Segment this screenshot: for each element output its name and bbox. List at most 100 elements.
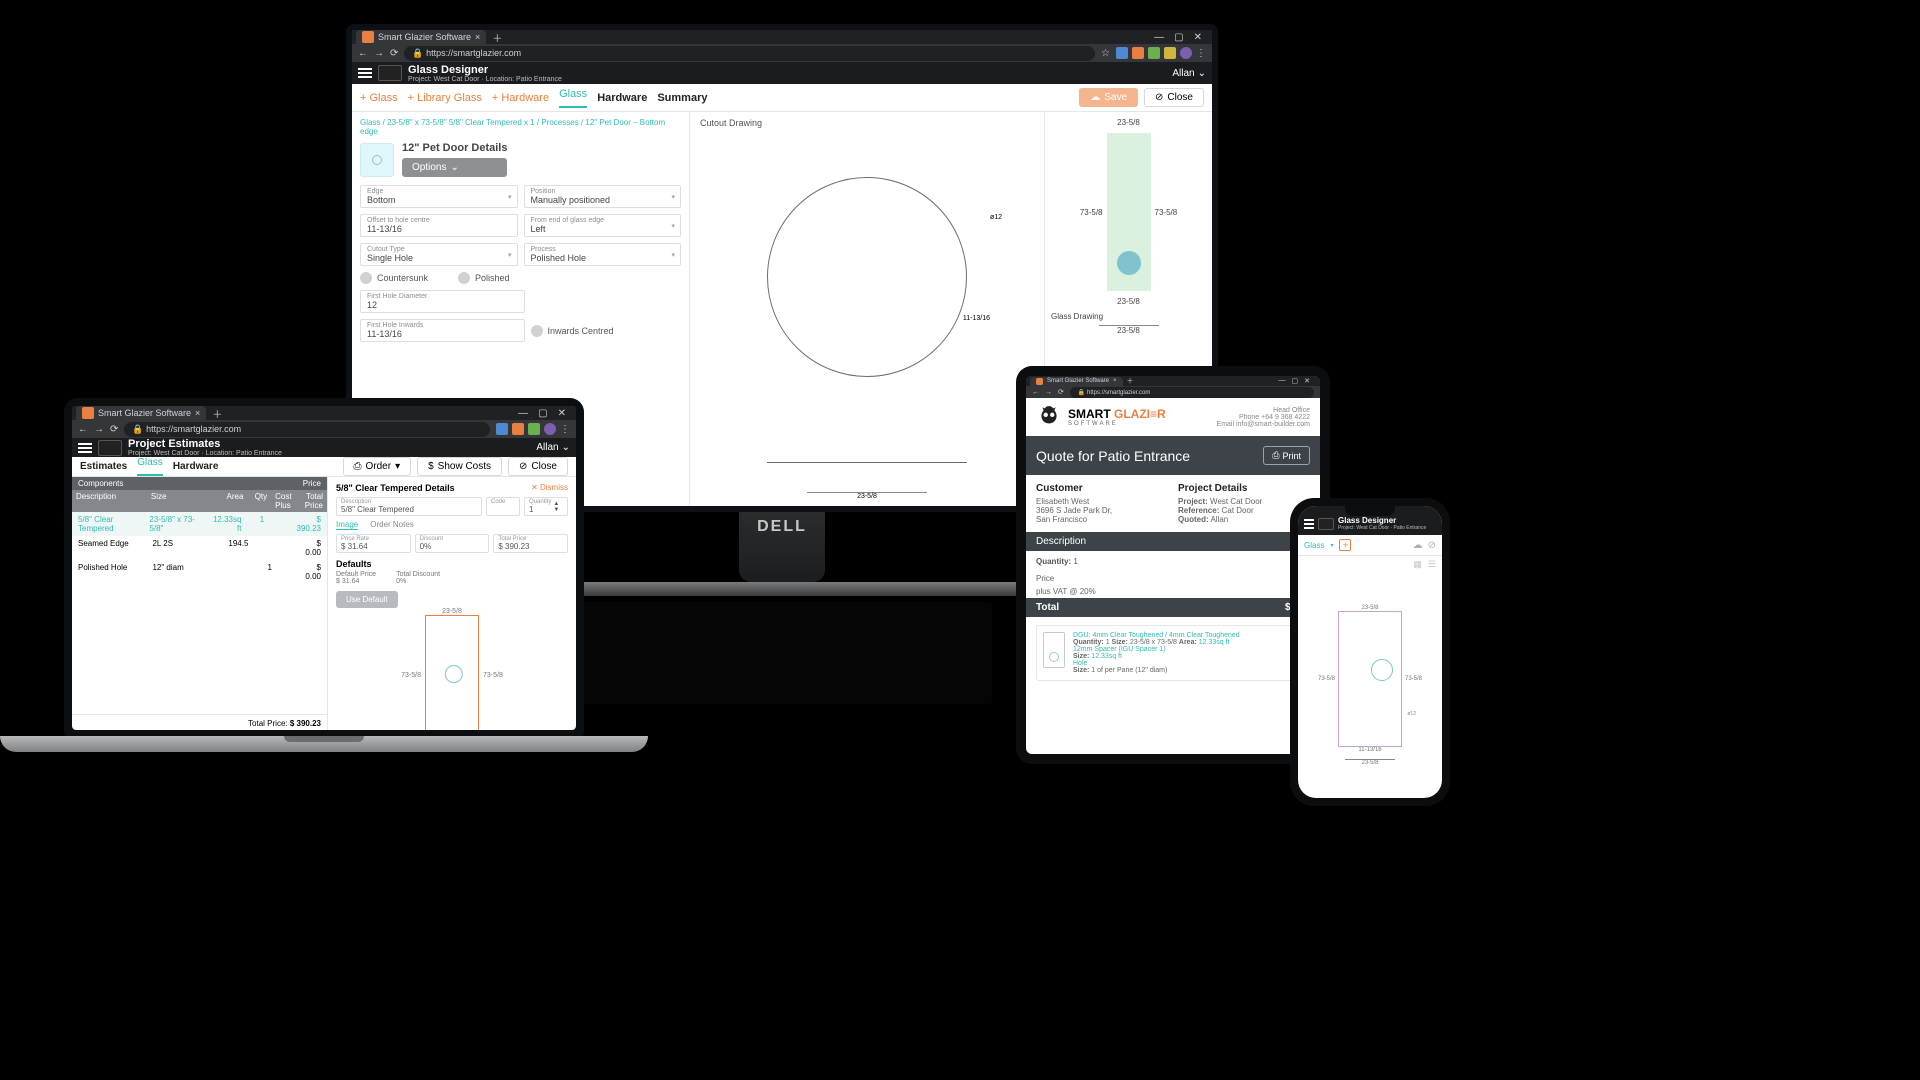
avatar-icon[interactable] [1180, 47, 1192, 59]
maximize-icon[interactable]: ▢ [1292, 377, 1299, 385]
total-price-input[interactable]: Total Price$ 390.23 [493, 534, 568, 553]
minimize-icon[interactable]: — [1154, 32, 1164, 43]
tab-glass[interactable]: Glass [1304, 541, 1324, 550]
edge-select[interactable]: EdgeBottom▾ [360, 185, 518, 208]
from-end-select[interactable]: From end of glass edgeLeft▾ [524, 214, 682, 237]
discount-input[interactable]: Discount0% [415, 534, 490, 553]
use-default-button[interactable]: Use Default [336, 591, 398, 608]
add-library-glass-link[interactable]: + Library Glass [408, 92, 482, 104]
options-button[interactable]: Options ⌄ [402, 158, 507, 177]
show-costs-button[interactable]: $ Show Costs [417, 457, 502, 476]
browser-tab[interactable]: Smart Glazier Software × [76, 406, 206, 420]
url-input[interactable]: 🔒 https://smartglazier.com [1070, 387, 1314, 398]
maximize-icon[interactable]: ▢ [1174, 32, 1183, 43]
tab-glass[interactable]: Glass [137, 457, 163, 476]
new-tab-button[interactable]: ＋ [212, 406, 222, 421]
close-button[interactable]: ⊘ Close [508, 457, 568, 476]
table-row[interactable]: 5/8" Clear Tempered 23-5/8" x 73-5/8" 12… [72, 512, 327, 536]
menu-icon[interactable]: ⋮ [560, 424, 570, 435]
minimize-icon[interactable]: — [518, 408, 528, 419]
browser-tab[interactable]: Smart Glazier Software × [1030, 377, 1123, 386]
position-select[interactable]: PositionManually positioned▾ [524, 185, 682, 208]
tab-estimates[interactable]: Estimates [80, 461, 127, 472]
breadcrumb[interactable]: Glass / 23-5/8" x 73-5/8" 5/8" Clear Tem… [360, 118, 681, 136]
description-input[interactable]: Description5/8" Clear Tempered [336, 497, 482, 516]
browser-tab[interactable]: Smart Glazier Software × [356, 30, 486, 44]
ext-icon[interactable] [1148, 47, 1160, 59]
offset-input[interactable]: Offset to hole centre11-13/16 [360, 214, 518, 237]
new-tab-button[interactable]: ＋ [492, 30, 502, 45]
cell-area: 12.33sq ft [206, 514, 244, 534]
countersunk-radio[interactable]: Countersunk [360, 272, 428, 284]
reload-icon[interactable]: ⟳ [110, 424, 118, 435]
tab-title: Smart Glazier Software [1047, 378, 1109, 384]
grid-view-icon[interactable]: ▦ [1413, 559, 1422, 570]
close-icon[interactable]: × [1113, 378, 1117, 384]
ext-icon[interactable] [528, 423, 540, 435]
hamburger-icon[interactable] [1304, 519, 1314, 529]
save-icon[interactable]: ☁ [1413, 540, 1423, 551]
close-icon[interactable]: ⊘ [1428, 540, 1436, 551]
inwards-centred-radio[interactable]: Inwards Centred [531, 325, 614, 337]
price-rate-input[interactable]: Price Rate$ 31.64 [336, 534, 411, 553]
star-icon[interactable]: ☆ [1101, 48, 1110, 59]
hamburger-icon[interactable] [358, 68, 372, 78]
forward-icon[interactable]: → [1045, 389, 1052, 396]
save-button[interactable]: ☁ Save [1079, 88, 1138, 107]
list-view-icon[interactable]: ☰ [1428, 559, 1436, 570]
menu-icon[interactable]: ⋮ [1196, 48, 1206, 59]
order-button[interactable]: ⎙ Order ▾ [343, 457, 412, 476]
polished-radio[interactable]: Polished [458, 272, 510, 284]
forward-icon[interactable]: → [374, 48, 384, 59]
cutout-type-select[interactable]: Cutout TypeSingle Hole▾ [360, 243, 518, 266]
tab-hardware[interactable]: Hardware [597, 92, 647, 104]
tab-glass[interactable]: Glass [559, 88, 587, 108]
close-window-icon[interactable]: ✕ [1194, 32, 1202, 43]
add-hardware-link[interactable]: + Hardware [492, 92, 549, 104]
avatar-icon[interactable] [544, 423, 556, 435]
table-row[interactable]: Polished Hole 12" diam 1 $ 0.00 [72, 560, 327, 584]
process-select[interactable]: ProcessPolished Hole▾ [524, 243, 682, 266]
defaults-header: Defaults [336, 559, 568, 569]
close-icon[interactable]: × [195, 408, 200, 418]
reload-icon[interactable]: ⟳ [390, 48, 398, 59]
user-menu[interactable]: Allan⌄ [1172, 68, 1206, 79]
close-window-icon[interactable]: ✕ [558, 408, 566, 419]
tab-hardware[interactable]: Hardware [173, 461, 219, 472]
chevron-down-icon: ⌄ [450, 162, 458, 173]
ext-icon[interactable] [1164, 47, 1176, 59]
close-icon[interactable]: × [475, 32, 480, 42]
close-button[interactable]: ⊘ Close [1144, 88, 1204, 107]
code-input[interactable]: Code [486, 497, 520, 516]
print-button[interactable]: ⎙Print [1263, 446, 1310, 465]
ext-icon[interactable] [1132, 47, 1144, 59]
ext-icon[interactable] [1116, 47, 1128, 59]
url-input[interactable]: 🔒 https://smartglazier.com [124, 422, 490, 437]
back-icon[interactable]: ← [78, 424, 88, 435]
ext-icon[interactable] [512, 423, 524, 435]
app-logo [98, 440, 122, 456]
user-menu[interactable]: Allan⌄ [536, 442, 570, 453]
ext-icon[interactable] [496, 423, 508, 435]
minimize-icon[interactable]: — [1279, 377, 1286, 385]
quantity-stepper[interactable]: Quantity1▲▼ [524, 497, 568, 516]
step-down-icon[interactable]: ▼ [553, 507, 559, 513]
table-row[interactable]: Seamed Edge 2L 2S 194.5 $ 0.00 [72, 536, 327, 560]
subtab-image[interactable]: Image [336, 520, 358, 530]
url-input[interactable]: 🔒 https://smartglazier.com [404, 46, 1095, 61]
back-icon[interactable]: ← [358, 48, 368, 59]
new-tab-button[interactable]: ＋ [1127, 376, 1134, 386]
hamburger-icon[interactable] [78, 443, 92, 453]
subtab-notes[interactable]: Order Notes [370, 520, 414, 530]
hole-diameter-input[interactable]: First Hole Diameter12 [360, 290, 525, 313]
forward-icon[interactable]: → [94, 424, 104, 435]
back-icon[interactable]: ← [1032, 389, 1039, 396]
tab-summary[interactable]: Summary [657, 92, 707, 104]
reload-icon[interactable]: ⟳ [1058, 388, 1064, 396]
add-glass-link[interactable]: + Glass [360, 92, 398, 104]
dismiss-link[interactable]: ✕ Dismiss [531, 483, 568, 493]
close-window-icon[interactable]: ✕ [1304, 377, 1310, 385]
maximize-icon[interactable]: ▢ [538, 408, 547, 419]
add-button[interactable]: + [1339, 539, 1351, 551]
hole-inwards-input[interactable]: First Hole Inwards11-13/16 [360, 319, 525, 342]
